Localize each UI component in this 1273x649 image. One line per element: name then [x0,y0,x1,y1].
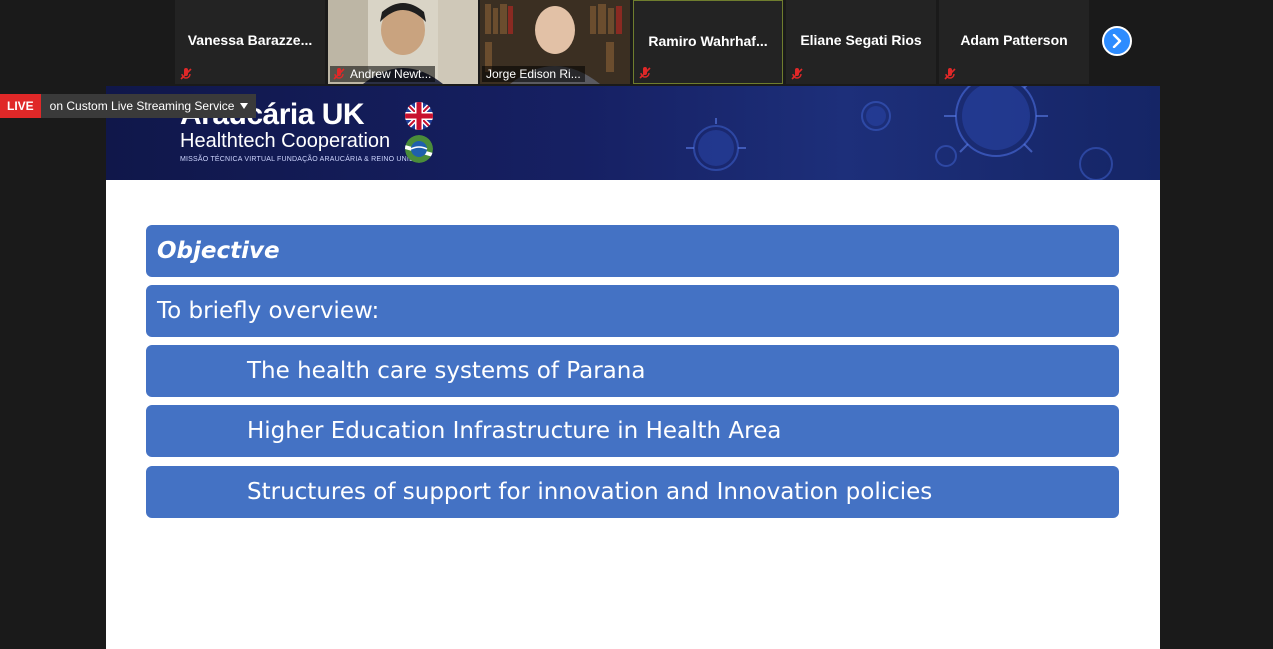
list-item: Structures of support for innovation and… [146,466,1119,518]
participant-tile[interactable]: Adam Patterson [939,0,1089,84]
participant-name: Ramiro Wahrhaf... [648,33,768,49]
participant-strip: Vanessa Barazze... Andrew Newt... Jorge … [0,0,1273,86]
participant-name: Eliane Segati Rios [800,32,922,48]
list-item: Higher Education Infrastructure in Healt… [146,405,1119,457]
muted-mic-icon [791,68,803,80]
objective-heading: Objective [146,225,1119,277]
intro-text: To briefly overview: [146,285,1119,337]
participant-tile-active-speaker[interactable]: Ramiro Wahrhaf... [633,0,783,84]
shared-screen-slide: Araucária UK Healthtech Cooperation MISS… [106,86,1160,649]
participant-tile[interactable]: Eliane Segati Rios [786,0,936,84]
next-participants-button[interactable] [1102,26,1132,56]
participant-tile[interactable]: Vanessa Barazze... [175,0,325,84]
brand-subtitle: Healthtech Cooperation [180,130,391,152]
muted-mic-icon [180,68,192,80]
participant-tile[interactable]: Andrew Newt... [328,0,478,84]
parana-flag-icon [405,135,433,163]
participant-name: Jorge Edison Ri... [482,66,585,82]
slide-banner: Araucária UK Healthtech Cooperation MISS… [106,86,1160,180]
participant-tile[interactable]: Jorge Edison Ri... [480,0,630,84]
live-service-menu[interactable]: on Custom Live Streaming Service [40,94,257,118]
chevron-right-icon [1112,34,1122,48]
muted-mic-icon [639,67,651,79]
live-service-label: on Custom Live Streaming Service [49,99,235,113]
participant-name: Adam Patterson [960,32,1068,48]
live-stream-indicator[interactable]: LIVE on Custom Live Streaming Service [0,94,257,118]
muted-mic-icon [944,68,956,80]
live-badge: LIVE [0,94,41,118]
muted-mic-icon [333,68,345,80]
uk-flag-icon [405,102,433,130]
list-item: The health care systems of Parana [146,345,1119,397]
participant-name: Vanessa Barazze... [187,32,313,48]
brand-tagline: MISSÃO TÉCNICA VIRTUAL FUNDAÇÃO ARAUCÁRI… [180,156,420,163]
caret-down-icon [240,103,249,109]
